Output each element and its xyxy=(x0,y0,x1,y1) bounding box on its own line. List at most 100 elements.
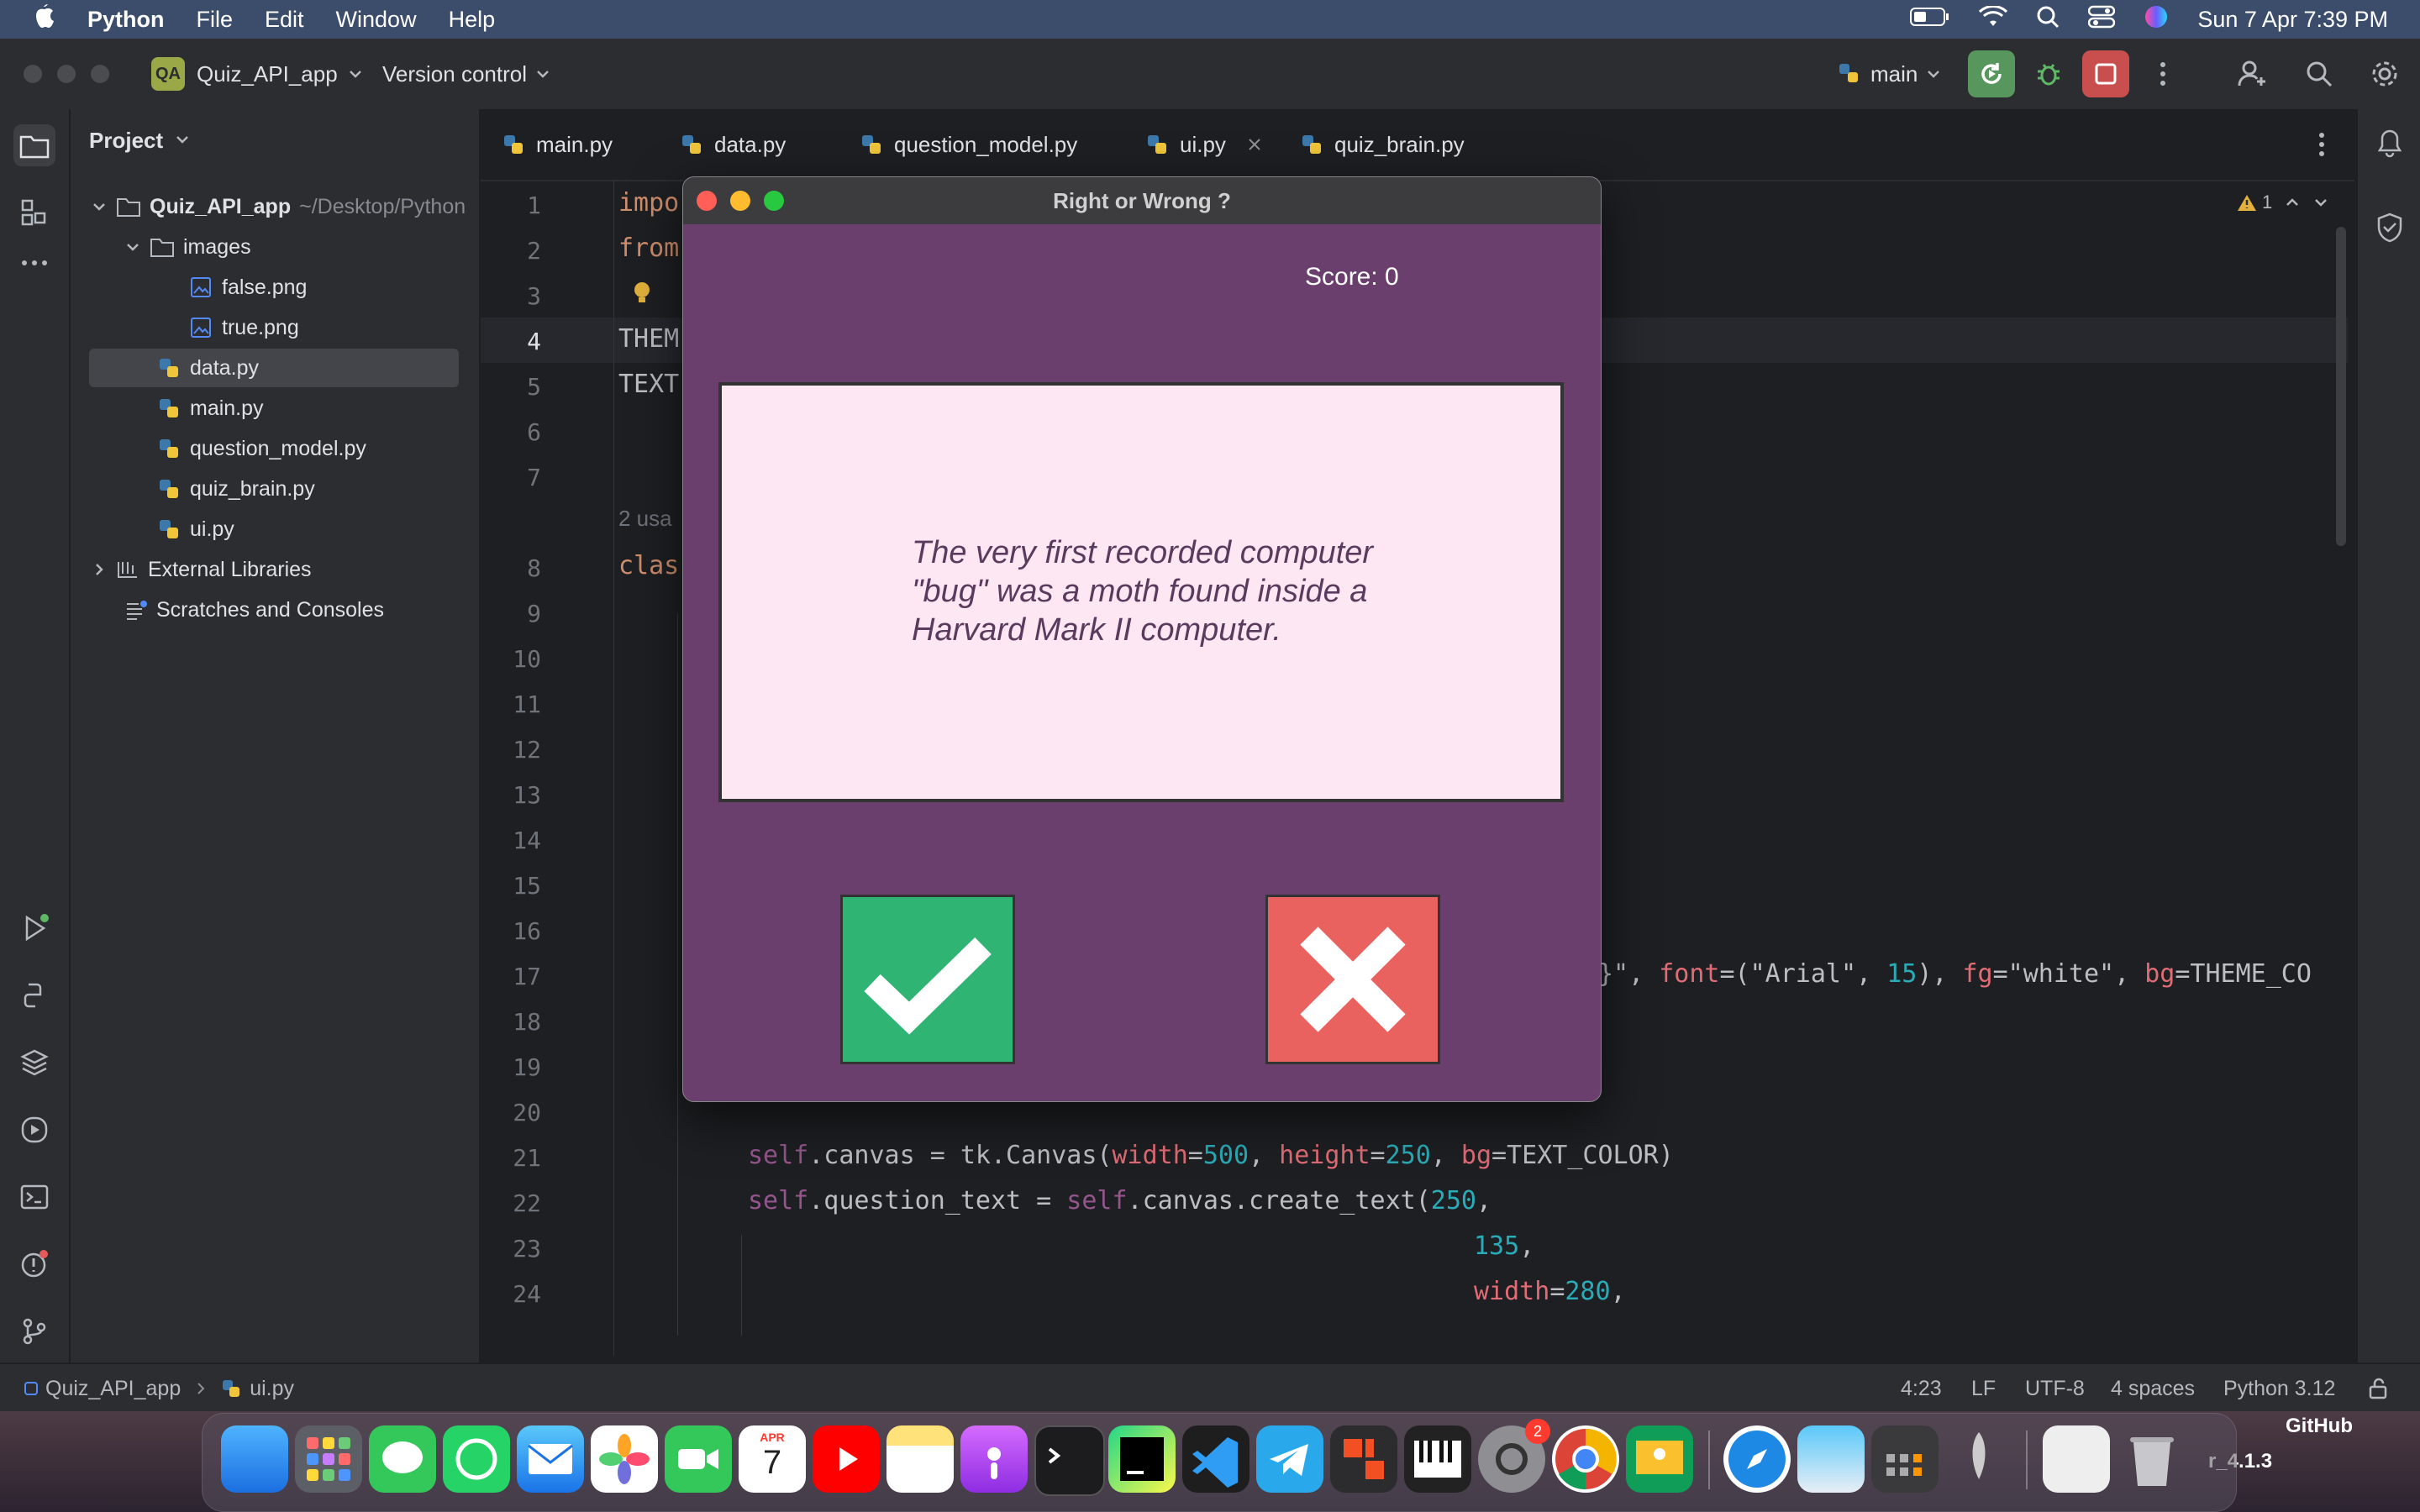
menubar-clock[interactable]: Sun 7 Apr 7:39 PM xyxy=(2197,7,2388,33)
version-control-menu[interactable]: Version control xyxy=(382,39,552,109)
stop-button[interactable] xyxy=(2082,50,2129,97)
project-switcher[interactable]: QA Quiz_API_app xyxy=(151,39,365,109)
podcasts-icon[interactable] xyxy=(960,1425,1028,1493)
project-panel-title[interactable]: Project xyxy=(89,128,191,154)
menu-file[interactable]: File xyxy=(197,7,234,33)
code-line-5[interactable]: TEXT xyxy=(618,370,679,399)
tree-file-true-png[interactable]: true.png xyxy=(190,308,299,347)
menu-help[interactable]: Help xyxy=(449,7,496,33)
wifi-icon[interactable] xyxy=(1979,4,2008,34)
close-icon[interactable] xyxy=(1246,136,1263,153)
apple-icon[interactable] xyxy=(32,3,55,36)
python-console-button[interactable] xyxy=(13,974,55,1016)
window-zoom-button[interactable] xyxy=(764,191,784,211)
vscode-icon[interactable] xyxy=(1182,1425,1249,1493)
breadcrumb-project[interactable]: Quiz_API_app xyxy=(45,1377,181,1401)
encoding-selector[interactable]: UTF-8 xyxy=(2025,1364,2085,1413)
services-button[interactable] xyxy=(13,1109,55,1151)
tree-file-false-png[interactable]: false.png xyxy=(190,268,307,307)
more-actions-button[interactable] xyxy=(2139,50,2186,97)
git-button[interactable] xyxy=(13,1310,55,1352)
control-center-icon[interactable] xyxy=(2088,5,2116,34)
tree-folder-images[interactable]: images xyxy=(124,228,251,266)
code-line-24[interactable]: width=280, xyxy=(1474,1277,1626,1306)
notifications-button[interactable] xyxy=(2375,128,2405,162)
finder-icon[interactable] xyxy=(221,1425,288,1493)
tree-external-libraries[interactable]: External Libraries xyxy=(91,550,312,589)
code-line-2[interactable]: from xyxy=(618,234,679,263)
piano-app-icon[interactable] xyxy=(1404,1425,1471,1493)
calculator-icon[interactable] xyxy=(1871,1425,1939,1493)
chrome-icon[interactable] xyxy=(1552,1425,1619,1493)
trash-icon[interactable] xyxy=(2118,1425,2186,1493)
structure-tool-button[interactable] xyxy=(13,192,55,234)
pycharm-icon[interactable] xyxy=(1108,1425,1176,1493)
window-minimize-button[interactable] xyxy=(730,191,750,211)
code-line-22[interactable]: self.question_text = self.canvas.create_… xyxy=(748,1186,1491,1215)
siri-icon[interactable] xyxy=(2144,4,2169,35)
true-button[interactable] xyxy=(840,895,1015,1064)
code-line-23[interactable]: 135, xyxy=(1474,1231,1534,1261)
breadcrumb-file[interactable]: ui.py xyxy=(250,1377,294,1401)
usages-hint[interactable]: 2 usa xyxy=(618,506,672,532)
false-button[interactable] xyxy=(1265,895,1440,1064)
youtube-icon[interactable] xyxy=(813,1425,880,1493)
more-tools-button[interactable] xyxy=(13,242,55,284)
problems-button[interactable] xyxy=(13,1243,55,1285)
inspection-widget[interactable]: 1 xyxy=(2237,192,2329,213)
code-line-1[interactable]: impo xyxy=(618,188,679,218)
security-button[interactable] xyxy=(2375,212,2405,248)
terminal-button[interactable] xyxy=(13,1176,55,1218)
spotlight-search-icon[interactable] xyxy=(2036,5,2060,34)
battery-icon[interactable] xyxy=(1910,7,1950,33)
tree-root-folder[interactable]: Quiz_API_app ~/Desktop/Python xyxy=(91,187,466,226)
tab-question-model-py[interactable]: question_model.py xyxy=(860,109,1077,180)
run-tool-button[interactable] xyxy=(13,907,55,949)
caret-position[interactable]: 4:23 xyxy=(1901,1364,1942,1413)
code-line-4[interactable]: THEM xyxy=(618,324,679,354)
menu-app-name[interactable]: Python xyxy=(87,7,165,33)
tab-actions-button[interactable] xyxy=(2317,131,2326,162)
launchpad-icon[interactable] xyxy=(295,1425,362,1493)
photos-icon[interactable] xyxy=(591,1425,658,1493)
calendar-icon[interactable]: APR 7 xyxy=(739,1425,806,1493)
tree-scratches-consoles[interactable]: Scratches and Consoles xyxy=(124,591,384,629)
messages-icon[interactable] xyxy=(369,1425,436,1493)
code-line-17[interactable]: }", font=("Arial", 15), fg="white", bg=T… xyxy=(1598,959,2312,989)
lock-icon[interactable] xyxy=(2368,1364,2390,1413)
quiz-window-titlebar[interactable]: Right or Wrong ? xyxy=(683,177,1601,224)
chevron-up-icon[interactable] xyxy=(2284,194,2301,211)
settings-button[interactable] xyxy=(2361,50,2408,97)
mail-icon[interactable] xyxy=(517,1425,584,1493)
window-minimize-button[interactable] xyxy=(57,65,76,83)
python-packages-button[interactable] xyxy=(13,1042,55,1084)
tab-main-py[interactable]: main.py xyxy=(502,109,613,180)
debug-button[interactable] xyxy=(2025,50,2072,97)
tree-file-data-py[interactable]: data.py xyxy=(89,349,459,387)
classroom-icon[interactable] xyxy=(1626,1425,1693,1493)
notes-icon[interactable] xyxy=(886,1425,954,1493)
line-ending-selector[interactable]: LF xyxy=(1971,1364,1996,1413)
terminal-app-icon[interactable] xyxy=(1034,1425,1105,1496)
window-close-button[interactable] xyxy=(24,65,42,83)
code-line-8[interactable]: clas xyxy=(618,551,679,580)
whatsapp-icon[interactable] xyxy=(443,1425,510,1493)
code-with-me-button[interactable] xyxy=(2228,50,2275,97)
preview-icon[interactable] xyxy=(1797,1425,1865,1493)
rocket-app-icon[interactable] xyxy=(1945,1425,2012,1493)
office-app-icon[interactable] xyxy=(1330,1425,1397,1493)
window-zoom-button[interactable] xyxy=(91,65,109,83)
telegram-icon[interactable] xyxy=(1256,1425,1323,1493)
chevron-down-icon[interactable] xyxy=(2312,194,2329,211)
window-close-button[interactable] xyxy=(697,191,717,211)
system-settings-icon[interactable]: 2 xyxy=(1478,1419,1550,1493)
tab-ui-py[interactable]: ui.py xyxy=(1146,109,1276,180)
tree-file-question-model-py[interactable]: question_model.py xyxy=(158,429,366,468)
search-everywhere-button[interactable] xyxy=(2296,50,2343,97)
menu-edit[interactable]: Edit xyxy=(265,7,304,33)
menu-window[interactable]: Window xyxy=(336,7,417,33)
indent-selector[interactable]: 4 spaces xyxy=(2111,1364,2195,1413)
tree-file-ui-py[interactable]: ui.py xyxy=(158,510,234,549)
tab-quiz-brain-py[interactable]: quiz_brain.py xyxy=(1301,109,1465,180)
code-line-21[interactable]: self.canvas = tk.Canvas(width=500, heigh… xyxy=(748,1141,1674,1170)
